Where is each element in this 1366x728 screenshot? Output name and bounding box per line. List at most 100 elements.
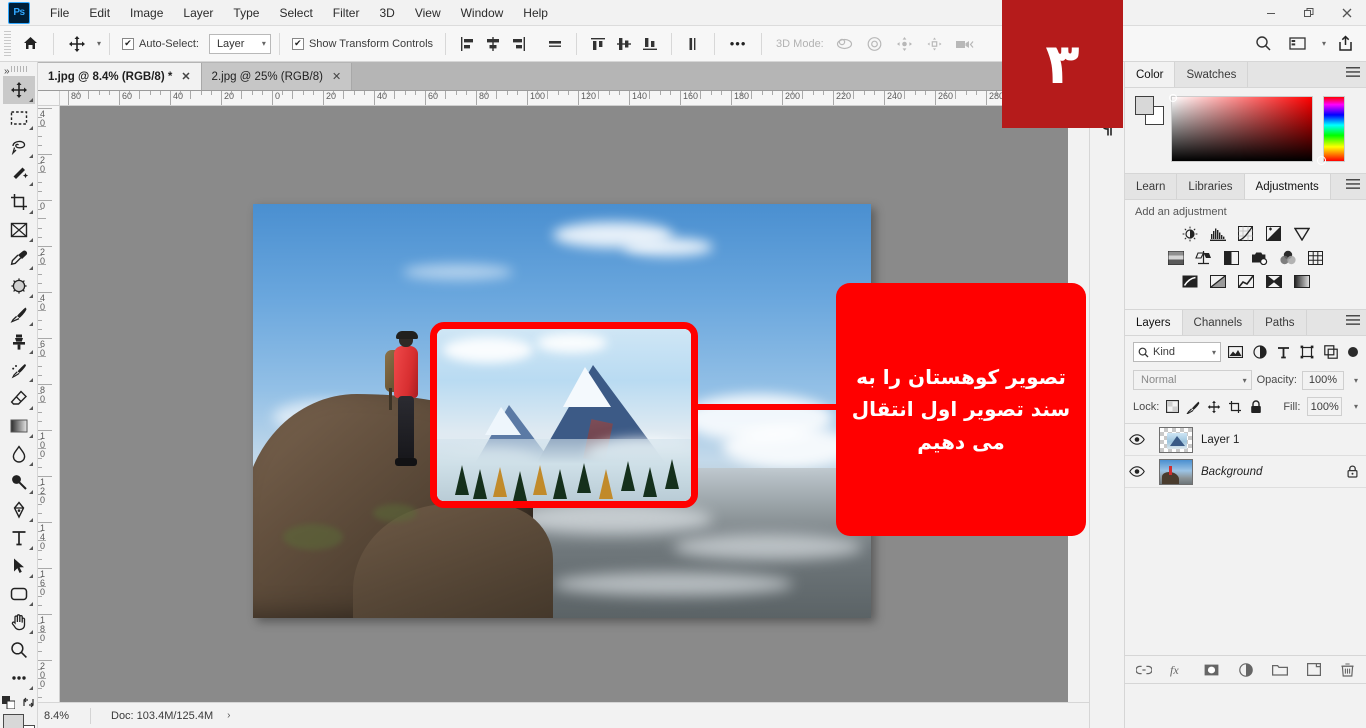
add-layer-mask-icon[interactable] (1203, 661, 1221, 679)
exposure-icon[interactable] (1265, 225, 1283, 242)
ruler-origin[interactable] (38, 91, 60, 106)
document-tab-1[interactable]: 1.jpg @ 8.4% (RGB/8) * ✕ (38, 63, 202, 90)
layer-filter-kind-dropdown[interactable]: Kind ▾ (1133, 342, 1221, 362)
minimize-button[interactable] (1252, 0, 1290, 26)
orbit-3d-icon[interactable] (830, 29, 860, 59)
hue-saturation-icon[interactable] (1167, 249, 1185, 266)
align-right-edges-icon[interactable] (506, 32, 532, 56)
tab-layers[interactable]: Layers (1125, 310, 1183, 335)
rectangle-tool[interactable] (3, 580, 35, 608)
tab-color[interactable]: Color (1125, 62, 1176, 87)
menu-file[interactable]: File (40, 2, 79, 24)
black-white-icon[interactable] (1223, 249, 1241, 266)
menu-window[interactable]: Window (451, 2, 514, 24)
document-canvas[interactable] (253, 204, 871, 618)
rectangular-marquee-tool[interactable] (3, 104, 35, 132)
posterize-icon[interactable] (1209, 273, 1227, 290)
search-icon[interactable] (1249, 29, 1279, 59)
menu-3d[interactable]: 3D (369, 2, 404, 24)
checkbox-box[interactable] (122, 37, 135, 50)
workspace-icon[interactable] (1283, 29, 1313, 59)
panel-menu-icon[interactable] (1346, 179, 1360, 190)
chevron-down-icon[interactable]: ▾ (97, 39, 101, 48)
vibrance-icon[interactable] (1293, 225, 1311, 242)
distribute-horizontal-icon[interactable] (542, 32, 568, 56)
camera-3d-icon[interactable] (950, 29, 980, 59)
edit-toolbar-button[interactable] (3, 664, 35, 692)
threshold-icon[interactable] (1237, 273, 1255, 290)
align-left-edges-icon[interactable] (454, 32, 480, 56)
hand-tool[interactable] (3, 608, 35, 636)
pixel-filter-icon[interactable] (1227, 343, 1245, 361)
menu-type[interactable]: Type (223, 2, 269, 24)
layer-thumbnail[interactable] (1159, 426, 1193, 453)
smart-object-filter-icon[interactable] (1322, 343, 1340, 361)
slide-3d-icon[interactable] (920, 29, 950, 59)
layer-visibility-icon[interactable] (1129, 466, 1151, 477)
lock-artboard-icon[interactable] (1228, 399, 1242, 415)
pen-tool[interactable] (3, 496, 35, 524)
close-icon[interactable]: ✕ (181, 70, 190, 83)
roll-3d-icon[interactable] (860, 29, 890, 59)
tab-overflow-arrow[interactable]: » (4, 66, 10, 77)
hue-slider[interactable] (1317, 96, 1345, 165)
tab-learn[interactable]: Learn (1125, 174, 1178, 199)
shape-filter-icon[interactable] (1298, 343, 1316, 361)
layer-name[interactable]: Background (1201, 466, 1339, 478)
default-colors-icon[interactable] (2, 696, 15, 709)
show-transform-controls-checkbox[interactable]: Show Transform Controls (288, 37, 437, 50)
opacity-value[interactable]: 100% (1301, 370, 1344, 390)
type-filter-icon[interactable] (1275, 343, 1293, 361)
adjustment-filter-icon[interactable] (1251, 343, 1269, 361)
layer-style-fx-icon[interactable]: fx (1169, 661, 1187, 679)
delete-layer-icon[interactable] (1339, 661, 1357, 679)
move-tool-icon[interactable] (62, 29, 92, 59)
path-selection-tool[interactable] (3, 552, 35, 580)
gradient-tool[interactable] (3, 412, 35, 440)
maximize-button[interactable] (1290, 0, 1328, 26)
menu-layer[interactable]: Layer (173, 2, 223, 24)
color-field[interactable] (1169, 94, 1313, 162)
align-horizontal-centers-icon[interactable] (480, 32, 506, 56)
checkbox-box[interactable] (291, 37, 304, 50)
link-layers-icon[interactable] (1135, 661, 1153, 679)
color-lookup-icon[interactable] (1307, 249, 1325, 266)
share-icon[interactable] (1330, 29, 1360, 59)
tab-channels[interactable]: Channels (1183, 310, 1255, 335)
align-vertical-centers-icon[interactable] (611, 32, 637, 56)
foreground-color-swatch[interactable] (2, 714, 24, 728)
tab-paths[interactable]: Paths (1254, 310, 1307, 335)
tab-libraries[interactable]: Libraries (1177, 174, 1245, 199)
color-balance-icon[interactable] (1195, 249, 1213, 266)
new-group-icon[interactable] (1271, 661, 1289, 679)
foreground-color-swatch[interactable] (1135, 96, 1154, 115)
move-tool[interactable] (2, 76, 35, 104)
panel-menu-icon[interactable] (1346, 315, 1360, 326)
menu-select[interactable]: Select (269, 2, 322, 24)
auto-select-scope-dropdown[interactable]: Layer ▾ (208, 33, 271, 54)
menu-view[interactable]: View (405, 2, 451, 24)
lasso-tool[interactable] (3, 132, 35, 160)
spot-healing-brush-tool[interactable] (3, 272, 35, 300)
chevron-down-icon[interactable]: ▾ (1354, 402, 1358, 411)
color-panel-swatches[interactable] (1135, 96, 1164, 125)
horizontal-type-tool[interactable] (3, 524, 35, 552)
layer-visibility-icon[interactable] (1129, 434, 1151, 445)
dodge-tool[interactable] (3, 468, 35, 496)
eyedropper-tool[interactable] (3, 244, 35, 272)
layer-row[interactable]: Background (1125, 456, 1366, 488)
horizontal-ruler[interactable]: 80 60 40 20 0 20 40 60 80 100 120 140 160 180 200 220 24… (60, 91, 1068, 106)
lock-position-icon[interactable] (1207, 399, 1221, 415)
chevron-down-icon[interactable]: ▾ (1322, 39, 1326, 48)
red-selection-box[interactable] (430, 322, 698, 508)
levels-icon[interactable] (1209, 225, 1227, 242)
zoom-tool[interactable] (3, 636, 35, 664)
gradient-map-icon[interactable] (1265, 273, 1283, 290)
chevron-down-icon[interactable]: ▾ (1354, 376, 1358, 385)
menu-help[interactable]: Help (513, 2, 558, 24)
swap-colors-icon[interactable] (22, 696, 35, 709)
distribute-vertical-icon[interactable] (680, 32, 706, 56)
brush-tool[interactable] (3, 300, 35, 328)
vertical-ruler[interactable]: 40 20 0 20 40 60 80 100 120 140 160 180 200 (38, 106, 60, 702)
fill-value[interactable]: 100% (1307, 397, 1342, 416)
